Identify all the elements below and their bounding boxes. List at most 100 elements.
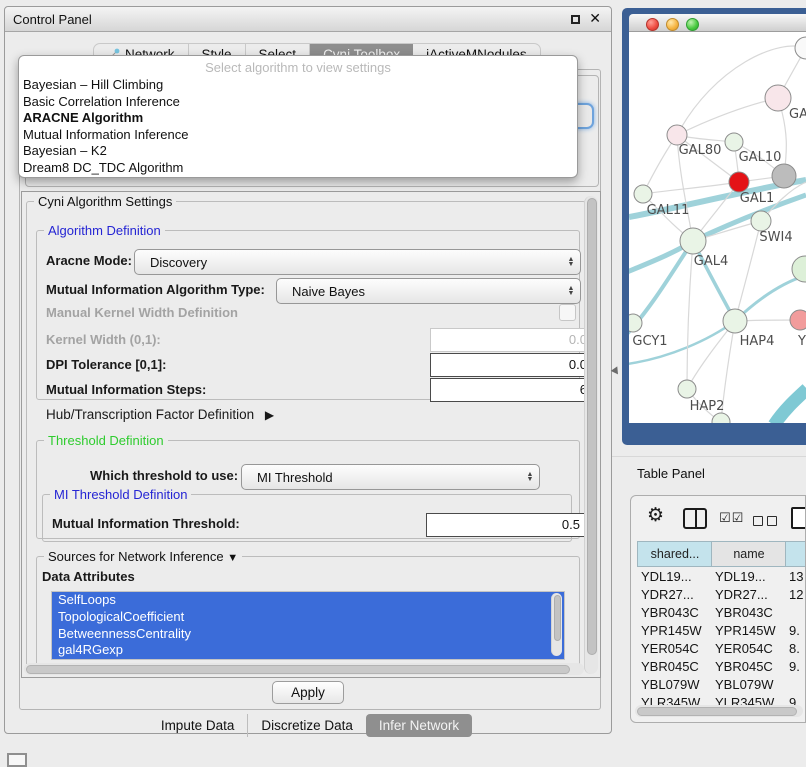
table-row[interactable]: YPR145W YPR145W 9. [631,621,806,639]
node-label-gal80: GAL80 [679,143,722,158]
attribute-item[interactable]: BetweennessCentrality [52,626,564,643]
table-cell[interactable]: YPR145W [715,623,776,638]
attribute-item[interactable]: SelfLoops [52,592,564,609]
node-label-gal1: GAL1 [740,191,774,206]
network-node-hap2[interactable] [678,380,696,398]
algorithm-option[interactable]: Dream8 DC_TDC Algorithm [19,160,577,177]
kernel-width-label: Kernel Width (0,1): [46,329,161,351]
algorithm-option[interactable]: Basic Correlation Inference [19,94,577,111]
table-cell[interactable]: YDL19... [641,569,692,584]
sources-group-title[interactable]: Sources for Network Inference ▼ [44,549,242,564]
table-cell[interactable]: YER054C [715,641,773,656]
network-node-gal8[interactable] [765,85,791,111]
table-horizontal-scrollbar-thumb[interactable] [637,707,797,716]
hub-definition-toggle[interactable]: Hub/Transcription Factor Definition ▶ [46,406,274,424]
table-cell[interactable]: YPR145W [641,623,702,638]
table-horizontal-scrollbar[interactable] [635,705,803,717]
network-canvas[interactable]: GAL8GAL80GAL10GAL1GAL11SWI4GAL4GCY1HAP4Y… [629,32,806,423]
table-row[interactable]: YBR045C YBR045C 9. [631,657,806,675]
table-cell[interactable]: YBR043C [715,605,773,620]
table-row[interactable]: YDL19... YDL19... 13 [631,567,806,585]
close-traffic-light[interactable] [646,18,659,31]
settings-gear-icon[interactable]: ⚙ [647,506,664,525]
bottom-tab-infer-network[interactable]: Infer Network [366,714,472,737]
zoom-traffic-light[interactable] [686,18,699,31]
network-node-gal11[interactable] [634,185,652,203]
float-window-icon[interactable] [571,15,580,24]
network-node-gal1[interactable] [729,172,749,192]
table-cell[interactable]: 8. [789,641,800,656]
mi-threshold-field[interactable]: 0.5 [426,513,588,537]
column-header-shared-[interactable]: shared... [637,541,713,567]
settings-vertical-scrollbar[interactable] [584,196,598,674]
algorithm-option[interactable]: Bayesian – Hill Climbing [19,77,577,94]
column-header-name[interactable]: name [711,541,787,567]
mi-threshold-group-title: MI Threshold Definition [50,487,191,502]
which-threshold-combo[interactable]: MI Threshold ▲▼ [241,464,540,490]
network-node-gcy1[interactable] [629,314,642,332]
node-label-hap2: HAP2 [690,399,725,414]
settings-horizontal-scrollbar[interactable] [24,663,584,675]
table-cell[interactable]: YDR27... [715,587,768,602]
select-columns-icon[interactable]: ☑☑ [719,510,744,526]
table-cell[interactable]: YDL19... [715,569,766,584]
close-icon[interactable]: ✕ [589,10,601,27]
table-cell[interactable]: YBL079W [641,677,700,692]
control-panel-titlebar[interactable]: Control Panel ✕ [5,7,611,32]
network-window-titlebar[interactable] [629,14,806,32]
attribute-item[interactable]: gal4RGexp [52,642,564,659]
algorithm-option[interactable]: Mutual Information Inference [19,127,577,144]
network-node-gal4[interactable] [680,228,706,254]
apply-button[interactable]: Apply [272,681,344,704]
table-cell[interactable]: 9. [789,623,800,638]
collapsed-panel-button[interactable] [7,753,27,767]
bottom-tab-impute-data[interactable]: Impute Data [148,714,248,737]
threshold-definition-title: Threshold Definition [44,433,168,448]
aracne-mode-value: Discovery [135,255,562,270]
algorithm-option[interactable]: ARACNE Algorithm [19,110,577,127]
column-header-a[interactable]: A [785,541,806,567]
table-cell[interactable]: YDR27... [641,587,694,602]
mi-type-combo[interactable]: Naive Bayes ▲▼ [276,278,581,304]
attribute-list-scrollbar-thumb[interactable] [554,595,561,641]
attribute-list-scrollbar[interactable] [551,593,562,656]
table-row[interactable]: YBR043C YBR043C [631,603,806,621]
settings-horizontal-scrollbar-thumb[interactable] [26,665,570,674]
network-node-swi4[interactable] [751,211,771,231]
table-panel-divider [612,456,806,457]
table-cell[interactable]: YER054C [641,641,699,656]
algorithm-option[interactable]: Bayesian – K2 [19,143,577,160]
settings-vertical-scrollbar-thumb[interactable] [587,198,597,655]
split-columns-icon[interactable] [683,508,707,529]
kernel-width-field[interactable]: 0.0 [430,328,588,352]
network-node[interactable] [772,164,796,188]
network-node-gal80[interactable] [667,125,687,145]
network-node[interactable] [795,37,806,59]
mi-type-label: Mutual Information Algorithm Type: [46,278,265,302]
aracne-mode-combo[interactable]: Discovery ▲▼ [134,249,581,275]
manual-kernel-checkbox[interactable] [559,304,576,321]
table-cell[interactable]: 9. [789,659,800,674]
table-row[interactable]: YBL079W YBL079W [631,675,806,693]
table-cell[interactable]: YBR045C [641,659,699,674]
network-node-y[interactable] [790,310,806,330]
table-cell[interactable]: YBL079W [715,677,774,692]
bottom-tab-discretize-data[interactable]: Discretize Data [247,714,366,737]
mi-steps-field[interactable]: 6 [430,378,588,402]
new-table-icon[interactable] [791,507,806,529]
network-view-window: GAL8GAL80GAL10GAL1GAL11SWI4GAL4GCY1HAP4Y… [622,8,806,445]
attribute-item[interactable]: TopologicalCoefficient [52,609,564,626]
table-cell[interactable]: 13 [789,569,803,584]
network-node[interactable] [712,413,730,423]
table-cell[interactable]: 12 [789,587,803,602]
table-row[interactable]: YDR27... YDR27... 12 [631,585,806,603]
network-node-hap4[interactable] [723,309,747,333]
table-cell[interactable]: YBR045C [715,659,773,674]
deselect-columns-icon[interactable] [753,513,781,531]
minimize-traffic-light[interactable] [666,18,679,31]
table-cell[interactable]: YBR043C [641,605,699,620]
network-node-gal10[interactable] [725,133,743,151]
node-label-gal4: GAL4 [694,254,728,269]
table-row[interactable]: YER054C YER054C 8. [631,639,806,657]
dpi-tolerance-field[interactable]: 0.0 [430,353,588,377]
